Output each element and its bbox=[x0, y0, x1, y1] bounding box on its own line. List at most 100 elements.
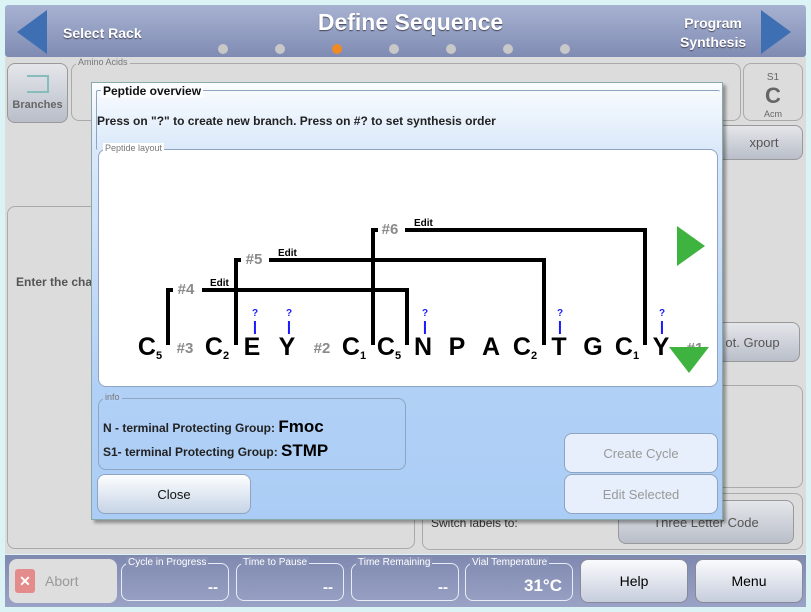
create-branch-marker[interactable]: ? bbox=[422, 308, 428, 334]
info-panel: info N - terminal Protecting Group: Fmoc… bbox=[98, 392, 406, 470]
temp-value: 31°C bbox=[524, 576, 562, 595]
create-branch-marker[interactable]: ? bbox=[659, 308, 665, 334]
residue[interactable]: Y bbox=[279, 333, 296, 362]
export-label: xport bbox=[749, 135, 779, 150]
scroll-down-arrow-icon[interactable] bbox=[669, 347, 709, 373]
temp-legend: Vial Temperature bbox=[470, 557, 550, 568]
residue[interactable]: P bbox=[449, 333, 466, 362]
create-cycle-button[interactable]: Create Cycle bbox=[564, 433, 718, 473]
residue[interactable]: C5 bbox=[138, 333, 162, 362]
branch-line bbox=[234, 258, 241, 262]
residue-subscript: 5 bbox=[155, 350, 163, 362]
residue[interactable]: N bbox=[414, 333, 432, 362]
chain-order-label[interactable]: #3 bbox=[177, 340, 194, 357]
branch-line bbox=[166, 288, 173, 292]
close-label: Close bbox=[157, 486, 191, 502]
branch-line bbox=[166, 288, 170, 345]
abort-x-icon: ✕ bbox=[15, 569, 35, 593]
create-branch-marker[interactable]: ? bbox=[557, 308, 563, 334]
branch-edit-link[interactable]: Edit bbox=[414, 218, 433, 229]
residue-letter: A bbox=[481, 333, 501, 361]
menu-button[interactable]: Menu bbox=[695, 559, 803, 603]
branch-line bbox=[643, 228, 647, 345]
residue-subscript: 1 bbox=[359, 350, 367, 362]
create-branch-marker[interactable]: ? bbox=[286, 308, 292, 334]
help-button[interactable]: Help bbox=[580, 559, 688, 603]
branch-order-label[interactable]: #4 bbox=[178, 281, 195, 298]
cycle-value: -- bbox=[208, 579, 218, 596]
cycle-legend: Cycle in Progress bbox=[126, 557, 209, 568]
branch-line bbox=[542, 258, 546, 345]
residue-letter: N bbox=[413, 333, 433, 361]
create-branch-marker[interactable]: ? bbox=[252, 308, 258, 334]
edit-selected-button[interactable]: Edit Selected bbox=[564, 474, 718, 514]
remaining-legend: Time Remaining bbox=[356, 557, 433, 568]
time-to-pause: Time to Pause -- bbox=[236, 557, 344, 601]
menu-label: Menu bbox=[731, 573, 767, 589]
s1-term-label: S1- terminal Protecting Group: bbox=[103, 445, 278, 459]
prot-group-label: ot. Group bbox=[725, 334, 780, 350]
residue[interactable]: Y bbox=[653, 333, 670, 362]
residue-letter: T bbox=[551, 333, 567, 361]
next-arrow-icon[interactable] bbox=[761, 10, 791, 54]
residue[interactable]: C2 bbox=[205, 333, 229, 362]
branch-edit-link[interactable]: Edit bbox=[278, 248, 297, 259]
residue-subscript: 5 bbox=[394, 350, 402, 362]
peptide-layout-panel: Peptide layout C5 C2 E Y C1 C5 N P A C2 T G C1 Y #3 #2 #… bbox=[98, 143, 718, 387]
help-label: Help bbox=[619, 573, 649, 589]
branches-button[interactable]: Branches bbox=[7, 63, 68, 123]
residue[interactable]: A bbox=[482, 333, 500, 362]
residue[interactable]: C2 bbox=[513, 333, 537, 362]
step-dot bbox=[446, 44, 456, 54]
abort-button[interactable]: ✕ Abort bbox=[9, 559, 117, 603]
layout-legend: Peptide layout bbox=[103, 143, 165, 153]
step-dot bbox=[503, 44, 513, 54]
question-mark: ? bbox=[658, 308, 666, 319]
residue-letter: C bbox=[137, 333, 156, 361]
branch-order-label[interactable]: #6 bbox=[382, 221, 399, 238]
step-dot bbox=[218, 44, 228, 54]
residue-letter: P bbox=[448, 333, 466, 361]
branch-edit-link[interactable]: Edit bbox=[210, 278, 229, 289]
branch-order-label[interactable]: #5 bbox=[246, 251, 263, 268]
branch-stub-line bbox=[558, 321, 561, 334]
s1-residue-card[interactable]: S1 C Acm bbox=[743, 63, 803, 121]
next-label-line1[interactable]: Program bbox=[680, 14, 746, 33]
branch-stub-line bbox=[287, 321, 290, 334]
residue[interactable]: C1 bbox=[342, 333, 366, 362]
step-dot bbox=[560, 44, 570, 54]
residue[interactable]: E bbox=[244, 333, 261, 362]
residue[interactable]: C1 bbox=[615, 333, 639, 362]
branch-line bbox=[371, 228, 378, 232]
residue-letter: C bbox=[376, 333, 395, 361]
residue-letter: Y bbox=[278, 333, 296, 361]
next-label-line2[interactable]: Synthesis bbox=[680, 33, 746, 52]
residue-letter: C bbox=[512, 333, 531, 361]
time-remaining: Time Remaining -- bbox=[351, 557, 459, 601]
branches-icon bbox=[26, 75, 49, 93]
pause-value: -- bbox=[323, 579, 333, 596]
branch-line bbox=[202, 288, 408, 292]
residue[interactable]: C5 bbox=[377, 333, 401, 362]
branch-line bbox=[234, 258, 238, 345]
branch-line bbox=[405, 288, 409, 345]
scroll-right-arrow-icon[interactable] bbox=[677, 226, 705, 266]
vial-temperature: Vial Temperature 31°C bbox=[465, 557, 573, 601]
residue-subscript: 2 bbox=[530, 350, 538, 362]
residue-letter: C bbox=[614, 333, 633, 361]
branch-stub-line bbox=[423, 321, 426, 334]
residue-letter: G bbox=[583, 333, 603, 361]
amino-acids-legend: Amino Acids bbox=[76, 57, 130, 67]
residue[interactable]: T bbox=[551, 333, 566, 362]
chain-order-label[interactable]: #2 bbox=[314, 340, 331, 357]
s1-group: Acm bbox=[764, 109, 782, 119]
create-cycle-label: Create Cycle bbox=[603, 445, 679, 461]
residue[interactable]: G bbox=[583, 333, 602, 362]
question-mark: ? bbox=[421, 308, 429, 319]
question-mark: ? bbox=[251, 308, 259, 319]
close-button[interactable]: Close bbox=[97, 474, 251, 514]
n-term-value: Fmoc bbox=[278, 417, 324, 436]
s1-residue: C bbox=[765, 83, 781, 108]
pause-legend: Time to Pause bbox=[241, 557, 310, 568]
n-term-label: N - terminal Protecting Group: bbox=[103, 421, 276, 435]
